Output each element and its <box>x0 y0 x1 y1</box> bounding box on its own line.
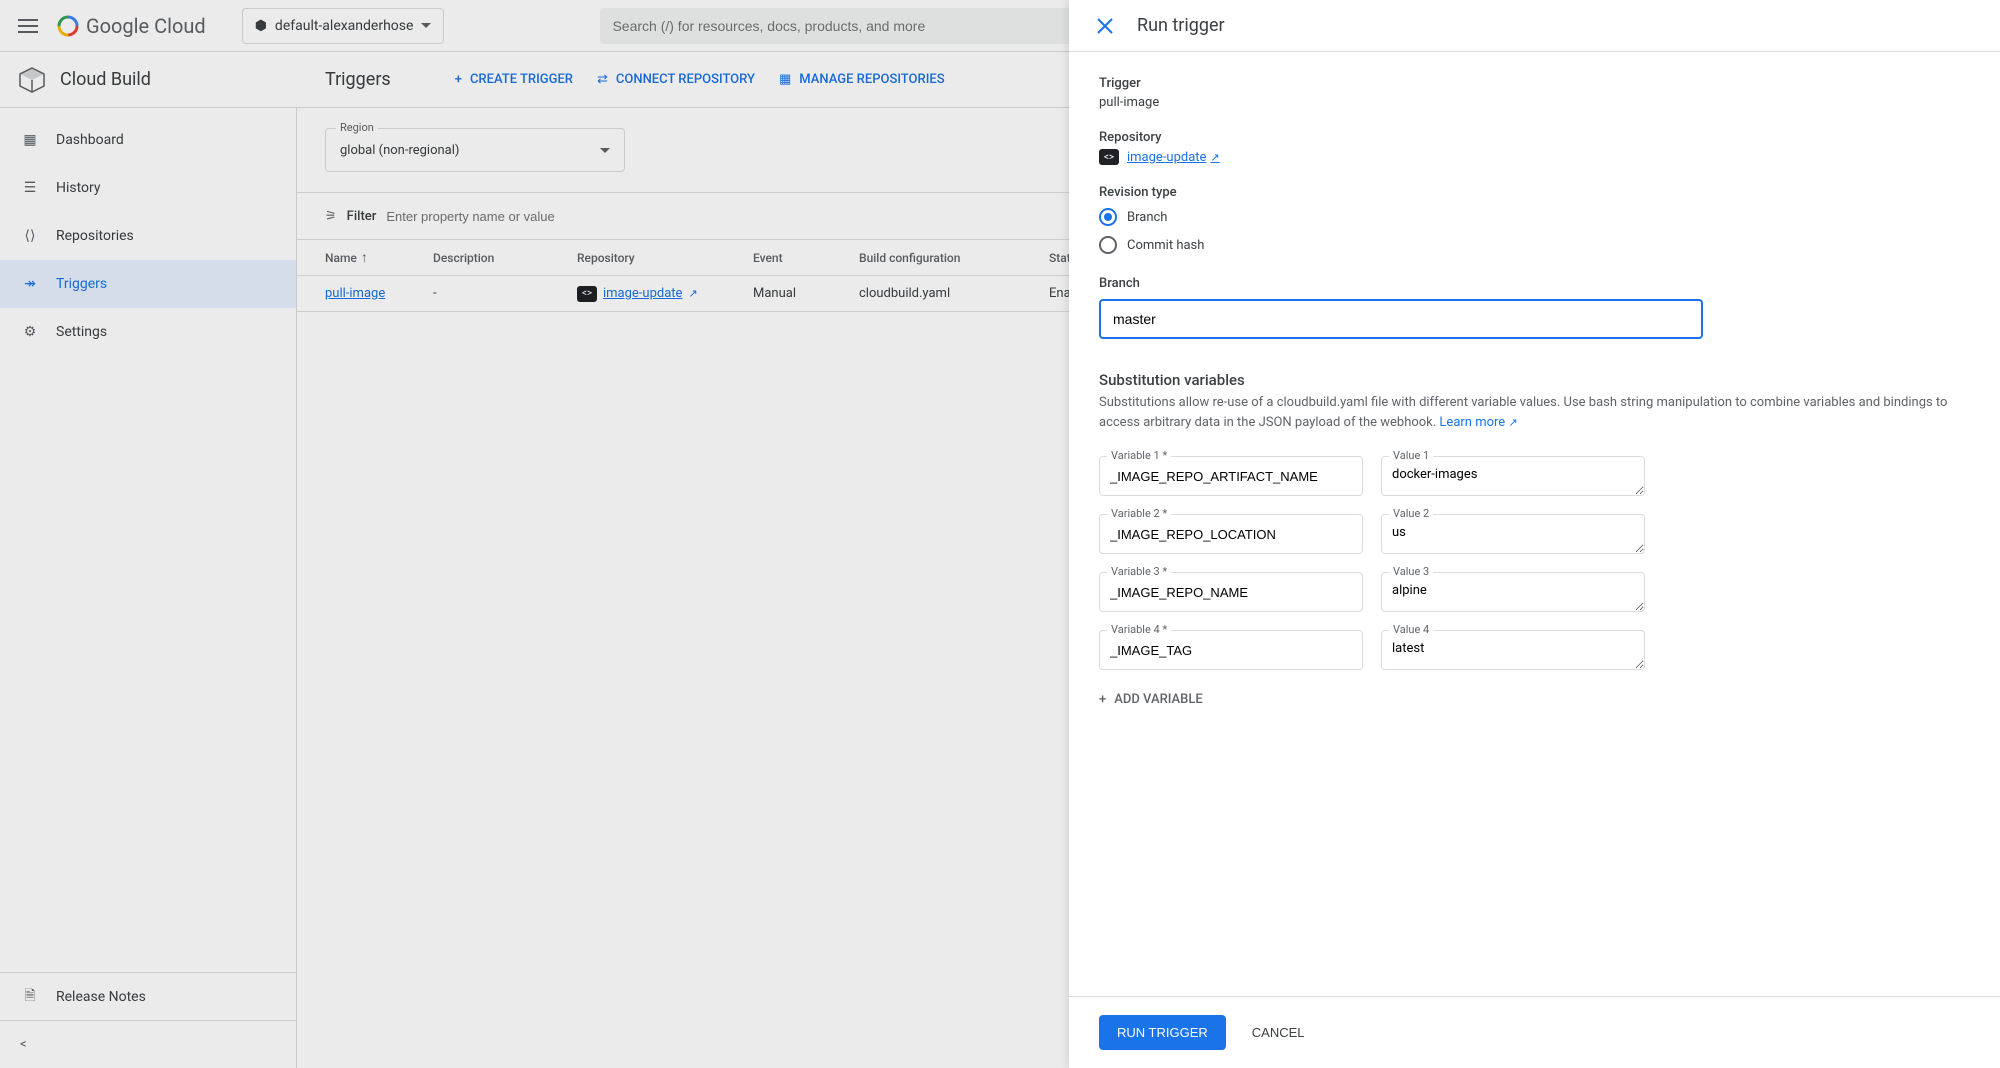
subst-title: Substitution variables <box>1099 371 1970 389</box>
variable-row-3: Variable 3 * Value 3 alpine <box>1099 572 1970 616</box>
revision-type-label: Revision type <box>1099 185 1970 200</box>
var1-label: Variable 1 * <box>1107 449 1171 462</box>
val3-label: Value 3 <box>1389 565 1433 578</box>
variable-row-2: Variable 2 * Value 2 us <box>1099 514 1970 558</box>
add-variable-button[interactable]: + ADD VARIABLE <box>1099 692 1970 707</box>
branch-input[interactable] <box>1099 299 1703 339</box>
var4-label: Variable 4 * <box>1107 623 1171 636</box>
subst-description: Substitutions allow re-use of a cloudbui… <box>1099 393 1970 432</box>
val2-input[interactable]: us <box>1381 514 1645 554</box>
val3-input[interactable]: alpine <box>1381 572 1645 612</box>
learn-more-link[interactable]: Learn more ↗ <box>1439 415 1517 430</box>
repo-source-icon: <> <box>1099 149 1119 165</box>
run-trigger-panel: Run trigger Trigger pull-image Repositor… <box>1069 0 2000 1068</box>
var2-label: Variable 2 * <box>1107 507 1171 520</box>
val1-label: Value 1 <box>1389 449 1433 462</box>
external-link-icon: ↗ <box>1210 151 1219 164</box>
val4-label: Value 4 <box>1389 623 1433 636</box>
panel-footer: RUN TRIGGER CANCEL <box>1069 996 2000 1068</box>
external-link-icon: ↗ <box>1508 416 1517 429</box>
plus-icon: + <box>1099 692 1106 707</box>
close-panel-button[interactable] <box>1093 14 1117 38</box>
revision-radio-group: Branch Commit hash <box>1099 208 1970 254</box>
variable-grid: Variable 1 * Value 1 docker-images Varia… <box>1099 456 1970 674</box>
variable-row-4: Variable 4 * Value 4 latest <box>1099 630 1970 674</box>
val2-label: Value 2 <box>1389 507 1433 520</box>
var3-name-input[interactable] <box>1099 572 1363 612</box>
panel-header: Run trigger <box>1069 0 2000 52</box>
cancel-button[interactable]: CANCEL <box>1240 1015 1317 1050</box>
var1-name-input[interactable] <box>1099 456 1363 496</box>
run-trigger-button[interactable]: RUN TRIGGER <box>1099 1015 1226 1050</box>
branch-label: Branch <box>1099 276 1970 291</box>
panel-title: Run trigger <box>1137 15 1225 36</box>
dim-overlay[interactable] <box>0 0 1069 1068</box>
panel-body: Trigger pull-image Repository <> image-u… <box>1069 52 2000 996</box>
variable-row-1: Variable 1 * Value 1 docker-images <box>1099 456 1970 500</box>
trigger-value: pull-image <box>1099 95 1970 110</box>
trigger-label: Trigger <box>1099 76 1970 91</box>
var4-name-input[interactable] <box>1099 630 1363 670</box>
panel-repository-link[interactable]: image-update ↗ <box>1127 150 1220 165</box>
revision-radio-commit[interactable]: Commit hash <box>1099 236 1970 254</box>
var2-name-input[interactable] <box>1099 514 1363 554</box>
revision-radio-branch[interactable]: Branch <box>1099 208 1970 226</box>
repository-label: Repository <box>1099 130 1970 145</box>
val1-input[interactable]: docker-images <box>1381 456 1645 496</box>
var3-label: Variable 3 * <box>1107 565 1171 578</box>
val4-input[interactable]: latest <box>1381 630 1645 670</box>
